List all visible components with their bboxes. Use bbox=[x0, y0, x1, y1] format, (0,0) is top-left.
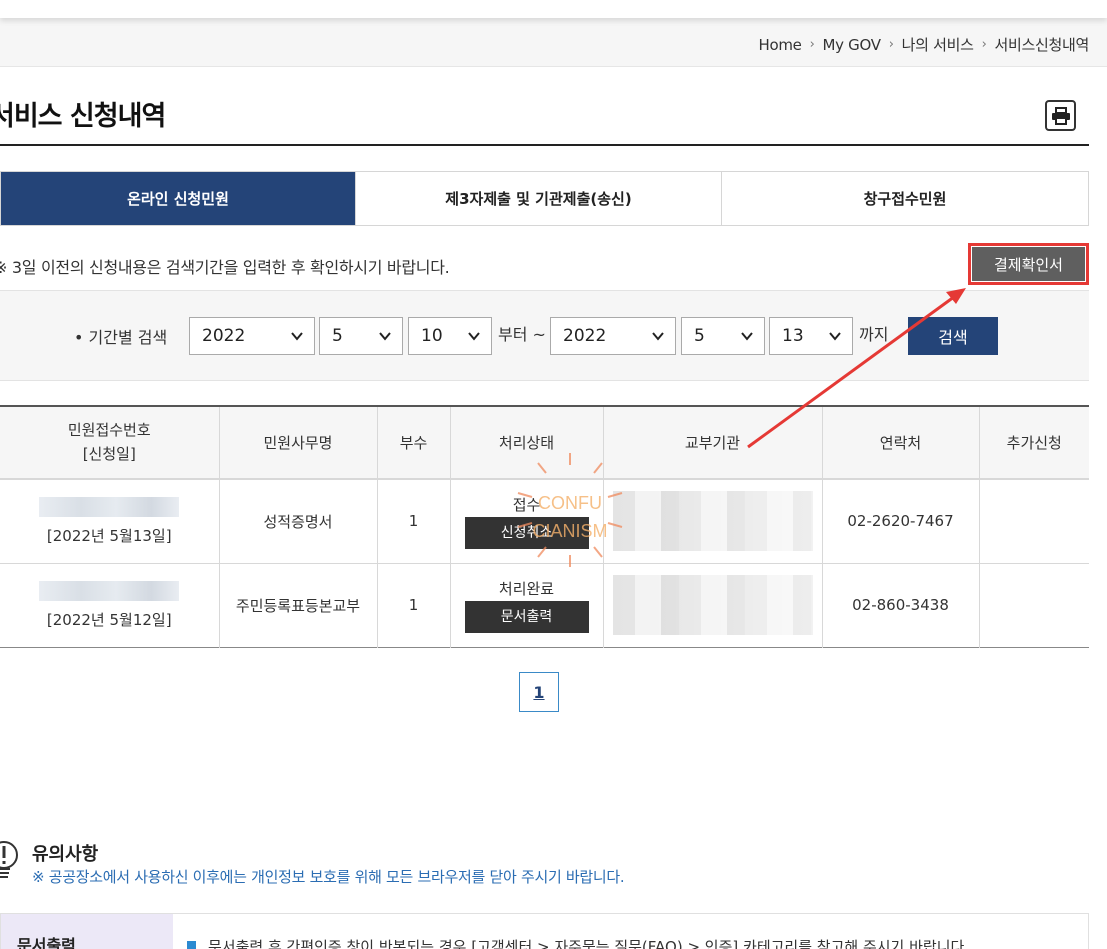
table-row: [2022년 5월12일] 주민등록표등본교부 1 처리완료 문서출력 02-8… bbox=[0, 563, 1089, 647]
breadcrumb: Home › My GOV › 나의 서비스 › 서비스신청내역 bbox=[758, 34, 1089, 55]
service-name[interactable]: 성적증명서 bbox=[219, 479, 378, 563]
application-date: [2022년 5월13일] bbox=[46, 526, 172, 545]
search-notice: ※ 3일 이전의 신청내용은 검색기간을 입력한 후 확인하시기 바랍니다. bbox=[0, 258, 450, 277]
payment-receipt-label: 결제확인서 bbox=[972, 247, 1085, 281]
tab-counter-applications[interactable]: 창구접수민원 bbox=[722, 172, 1088, 225]
copies: 1 bbox=[377, 479, 451, 563]
payment-receipt-button[interactable]: 결제확인서 bbox=[968, 243, 1089, 285]
chevron-down-icon bbox=[652, 332, 664, 341]
print-document-button[interactable]: 문서출력 bbox=[464, 600, 589, 633]
from-month-select[interactable]: 5 bbox=[319, 317, 403, 355]
info-body: 문서출력 후 간편인증 창이 반복되는 경우 [고객센터 > 자주묻는 질문(F… bbox=[173, 914, 1088, 949]
from-month-value: 5 bbox=[332, 326, 343, 346]
from-day-select[interactable]: 10 bbox=[408, 317, 492, 355]
receipt-cell: [2022년 5월12일] bbox=[0, 563, 220, 647]
col-status: 처리상태 bbox=[450, 406, 604, 479]
to-year-select[interactable]: 2022 bbox=[550, 317, 676, 355]
chevron-down-icon bbox=[829, 332, 841, 341]
redacted-receipt-number bbox=[39, 496, 180, 517]
col-copies: 부수 bbox=[377, 406, 451, 479]
caution-text: ※ 공공장소에서 사용하신 이후에는 개인정보 보호를 위해 모든 브라우저를 … bbox=[32, 868, 625, 886]
chevron-down-icon bbox=[741, 332, 753, 341]
breadcrumb-home[interactable]: Home bbox=[758, 36, 801, 54]
page-title: 서비스 신청내역 bbox=[0, 101, 166, 132]
contact-phone: 02-2620-7467 bbox=[822, 479, 980, 563]
col-service-name: 민원사무명 bbox=[219, 406, 378, 479]
breadcrumb-my-services[interactable]: 나의 서비스 bbox=[902, 34, 974, 55]
from-year-select[interactable]: 2022 bbox=[189, 317, 315, 355]
from-text: 부터 ~ bbox=[498, 325, 546, 344]
additional-request-cell bbox=[979, 479, 1089, 563]
from-day-value: 10 bbox=[421, 326, 443, 346]
chevron-right-icon: › bbox=[809, 37, 815, 52]
print-button[interactable] bbox=[1045, 100, 1076, 131]
to-text: 까지 bbox=[859, 325, 889, 344]
application-date: [2022년 5월12일] bbox=[46, 610, 172, 629]
to-month-value: 5 bbox=[694, 326, 705, 346]
to-day-select[interactable]: 13 bbox=[769, 317, 853, 355]
search-button[interactable]: 검색 bbox=[908, 317, 998, 355]
status-cell: 처리완료 문서출력 bbox=[450, 563, 604, 647]
caution-title: 유의사항 bbox=[32, 844, 99, 865]
tab-online-applications[interactable]: 온라인 신청민원 bbox=[1, 172, 356, 225]
redacted-agency bbox=[612, 575, 813, 635]
col-receipt-number: 민원접수번호 [신청일] bbox=[0, 406, 220, 479]
copies: 1 bbox=[377, 563, 451, 647]
period-search-label: • 기간별 검색 bbox=[74, 328, 168, 347]
info-heading: 문서출력 bbox=[1, 914, 173, 949]
info-text: 문서출력 후 간편인증 창이 반복되는 경우 [고객센터 > 자주묻는 질문(F… bbox=[208, 938, 970, 949]
top-header-shadow bbox=[0, 0, 1107, 18]
chevron-right-icon: › bbox=[981, 37, 987, 52]
receipt-cell: [2022년 5월13일] bbox=[0, 479, 220, 563]
status-cell: 접수 신청취소 bbox=[450, 479, 604, 563]
to-month-select[interactable]: 5 bbox=[681, 317, 765, 355]
table-header-row: 민원접수번호 [신청일] 민원사무명 부수 처리상태 교부기관 연락처 추가신청 bbox=[0, 406, 1089, 479]
from-year-value: 2022 bbox=[202, 326, 246, 346]
redacted-receipt-number bbox=[39, 580, 180, 601]
col-contact: 연락처 bbox=[822, 406, 980, 479]
tab-bar: 온라인 신청민원 제3자제출 및 기관제출(송신) 창구접수민원 bbox=[0, 171, 1089, 226]
redacted-agency bbox=[612, 491, 813, 552]
print-icon bbox=[1051, 106, 1070, 125]
to-year-value: 2022 bbox=[563, 326, 607, 346]
additional-request-cell bbox=[979, 563, 1089, 647]
chevron-down-icon bbox=[291, 332, 303, 341]
lightbulb-caution-icon bbox=[0, 841, 18, 878]
breadcrumb-current: 서비스신청내역 bbox=[994, 36, 1089, 54]
applications-table: 민원접수번호 [신청일] 민원사무명 부수 처리상태 교부기관 연락처 추가신청 … bbox=[0, 405, 1089, 648]
bullet-square-icon bbox=[187, 941, 196, 949]
chevron-down-icon bbox=[379, 332, 391, 341]
col-additional-request: 추가신청 bbox=[1006, 434, 1062, 452]
cancel-application-button[interactable]: 신청취소 bbox=[464, 516, 589, 549]
title-divider bbox=[0, 144, 1089, 146]
chevron-right-icon: › bbox=[888, 37, 894, 52]
breadcrumb-mygov[interactable]: My GOV bbox=[822, 36, 881, 54]
agency-cell bbox=[603, 479, 823, 563]
status-text: 처리완료 bbox=[498, 579, 555, 598]
page-number-button[interactable]: 1 bbox=[519, 672, 559, 712]
agency-cell bbox=[603, 563, 823, 647]
chevron-down-icon bbox=[468, 332, 480, 341]
contact-phone: 02-860-3438 bbox=[822, 563, 980, 647]
tab-third-party-submission[interactable]: 제3자제출 및 기관제출(송신) bbox=[356, 172, 722, 225]
document-print-info: 문서출력 문서출력 후 간편인증 창이 반복되는 경우 [고객센터 > 자주묻는… bbox=[0, 913, 1089, 949]
search-panel: • 기간별 검색 2022 5 10 부터 ~ 2022 5 13 까지 검색 bbox=[0, 290, 1089, 381]
service-name[interactable]: 주민등록표등본교부 bbox=[219, 563, 378, 647]
breadcrumb-bar: Home › My GOV › 나의 서비스 › 서비스신청내역 bbox=[0, 18, 1107, 67]
status-text: 접수 bbox=[512, 495, 541, 514]
col-issuing-agency: 교부기관 bbox=[603, 406, 823, 479]
table-row: [2022년 5월13일] 성적증명서 1 접수 신청취소 02-2620-74… bbox=[0, 479, 1089, 563]
to-day-value: 13 bbox=[782, 326, 804, 346]
